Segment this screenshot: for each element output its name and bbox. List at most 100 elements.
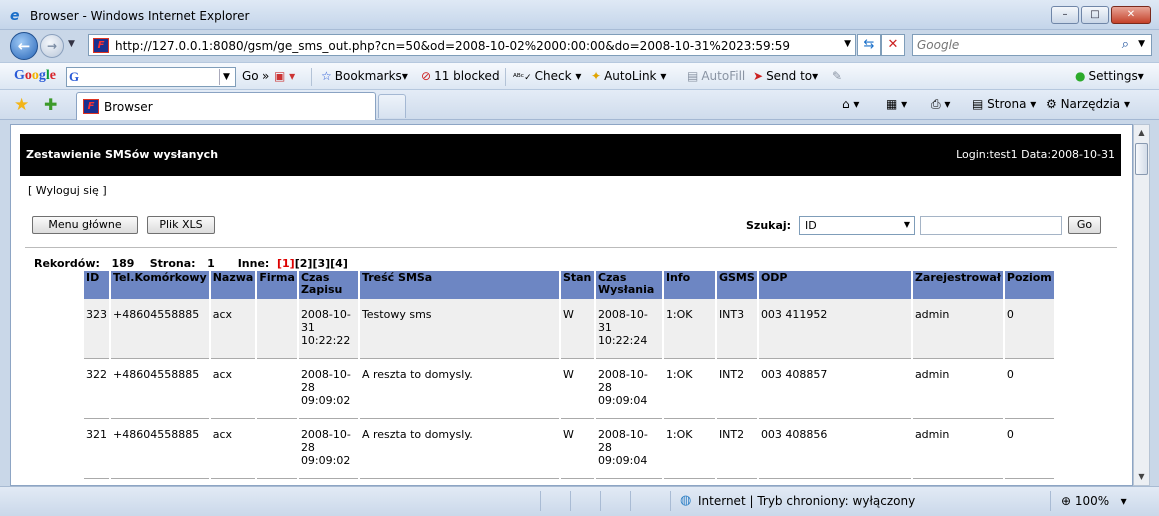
login-info: Login:test1 Data:2008-10-31 (956, 148, 1115, 161)
title-bar: e Browser - Windows Internet Explorer – … (0, 0, 1159, 30)
column-header: Firma (257, 271, 297, 299)
page-viewport: Zestawienie SMSów wysłanych Login:test1 … (10, 124, 1133, 486)
add-favorite-icon[interactable]: ✚ (44, 95, 57, 114)
search-field-value: ID (805, 219, 817, 232)
tools-menu-button[interactable]: ⚙ Narzędzia ▾ (1046, 97, 1130, 111)
window-controls: – □ ✕ (1051, 6, 1151, 24)
column-header: ID (84, 271, 109, 299)
search-label: Szukaj: (746, 219, 792, 232)
settings-dot-icon: ● (1075, 69, 1086, 83)
search-field-select[interactable]: ID ▼ (799, 216, 915, 235)
google-g-icon: G (69, 69, 80, 84)
site-favicon-icon: F (93, 38, 109, 53)
address-row: ← → ▼ F http://127.0.0.1:8080/gsm/ge_sms… (0, 30, 1159, 62)
record-stats: Rekordów: 189 Strona: 1 Inne: [1][2][3][… (34, 257, 348, 270)
table-row[interactable]: 322 +48604558885 acx 2008-10- 28 09:09:02 … (84, 359, 1054, 419)
google-search-input[interactable]: G ▼ (66, 67, 236, 87)
window-title: Browser - Windows Internet Explorer (30, 9, 250, 23)
close-button[interactable]: ✕ (1111, 6, 1151, 24)
google-search-dropdown-icon[interactable]: ▼ (219, 69, 233, 85)
divider (25, 247, 1117, 248)
search-dropdown-icon[interactable]: ▼ (1138, 39, 1145, 49)
globe-icon: ◍ (680, 493, 692, 508)
logout-link[interactable]: [ Wyloguj się ] (28, 184, 107, 197)
search-go-button[interactable]: Go (1068, 216, 1101, 234)
column-header: GSMS (716, 271, 757, 299)
back-button[interactable]: ← (10, 32, 38, 60)
column-header: Zarejestrował (912, 271, 1003, 299)
autofill-icon: ▤ (687, 69, 699, 83)
page-link-4[interactable]: [4] (330, 257, 348, 270)
search-box[interactable]: ⌕ ▼ (912, 34, 1152, 56)
address-dropdown-icon[interactable]: ▼ (844, 39, 851, 49)
page-header: Zestawienie SMSów wysłanych Login:test1 … (20, 134, 1121, 176)
column-header: Tel.Komórkowy (111, 271, 209, 299)
feeds-button[interactable]: ▦ ▾ (886, 97, 907, 111)
page-link-2[interactable]: [2] (295, 257, 313, 270)
send-to-button[interactable]: ➤ Send to▾ (753, 69, 818, 83)
column-header: ODP (758, 271, 911, 299)
maximize-button[interactable]: □ (1081, 6, 1109, 24)
tab-favicon-icon: F (83, 99, 99, 114)
scroll-down-icon[interactable]: ▼ (1134, 469, 1149, 485)
bookmarks-button[interactable]: ☆ Bookmarks▾ (321, 69, 408, 83)
column-header: Info (663, 271, 715, 299)
column-header: Nazwa (210, 271, 256, 299)
new-tab-button[interactable] (378, 94, 406, 118)
minimize-button[interactable]: – (1051, 6, 1079, 24)
spellcheck-icon: ᴬᴮᶜ✓ (513, 73, 532, 83)
table-header-row: ID Tel.Komórkowy Nazwa Firma Czas Zapisu… (84, 271, 1054, 299)
stop-button[interactable]: ✕ (881, 34, 905, 56)
page-link-3[interactable]: [3] (312, 257, 330, 270)
star-outline-icon: ☆ (321, 69, 332, 83)
zoom-level[interactable]: ⊕ 100% ▾ (1061, 494, 1127, 508)
search-input[interactable] (917, 38, 1097, 52)
print-button[interactable]: ⎙ ▾ (931, 97, 950, 112)
security-zone-text: Internet | Tryb chroniony: wyłączony (698, 494, 916, 508)
search-icon[interactable]: ⌕ (1122, 37, 1129, 52)
chevron-down-icon: ▼ (903, 220, 910, 229)
column-header: Poziom (1004, 271, 1054, 299)
popup-blocked-button[interactable]: ⊘ 11 blocked (421, 69, 500, 83)
xls-file-button[interactable]: Plik XLS (147, 216, 215, 234)
tab-row: ★ ✚ F Browser ⌂ ▾ ▦ ▾ ⎙ ▾ ▤ Strona ▾ ⚙ N… (0, 90, 1159, 120)
favorites-star-icon[interactable]: ★ (14, 95, 29, 115)
spellcheck-button[interactable]: ᴬᴮᶜ✓ Check ▾ (513, 69, 581, 83)
scroll-up-icon[interactable]: ▲ (1134, 125, 1149, 141)
arrow-right-icon: » (262, 69, 270, 83)
refresh-button[interactable]: ⇆ (857, 34, 881, 56)
home-button[interactable]: ⌂ ▾ (842, 97, 859, 111)
page-link-1[interactable]: [1] (277, 257, 295, 270)
send-to-icon: ➤ (753, 69, 764, 83)
google-logo: Google (14, 68, 56, 83)
vertical-scrollbar[interactable]: ▲ ▼ (1133, 124, 1150, 486)
tab-label: Browser (104, 100, 153, 114)
history-dropdown-icon[interactable]: ▼ (68, 39, 75, 49)
column-header: Stan (560, 271, 594, 299)
google-go-button[interactable]: Go (242, 69, 259, 83)
column-header: Czas Zapisu (298, 271, 358, 299)
column-header: Czas Wysłania (595, 271, 662, 299)
page-menu-button[interactable]: ▤ Strona ▾ (972, 97, 1036, 111)
table-row[interactable]: 323 +48604558885 acx 2008-10- 31 10:22:22 … (84, 299, 1054, 359)
pencil-icon[interactable]: ✎ (832, 69, 842, 83)
page-title: Zestawienie SMSów wysłanych (26, 148, 219, 161)
column-header: Treść SMSa (359, 271, 559, 299)
autofill-button[interactable]: ▤ AutoFill (687, 69, 745, 83)
popup-blocker-icon: ⊘ (421, 69, 432, 83)
settings-button[interactable]: ● Settings▾ (1075, 69, 1144, 83)
scroll-thumb[interactable] (1135, 143, 1148, 175)
main-menu-button[interactable]: Menu główne (32, 216, 138, 234)
tab-browser[interactable]: F Browser (76, 92, 376, 120)
url-text[interactable]: http://127.0.0.1:8080/gsm/ge_sms_out.php… (115, 39, 790, 53)
table-row[interactable]: 321 +48604558885 acx 2008-10- 28 09:09:02 … (84, 419, 1054, 479)
sms-table: ID Tel.Komórkowy Nazwa Firma Czas Zapisu… (82, 271, 1056, 479)
address-bar[interactable]: F http://127.0.0.1:8080/gsm/ge_sms_out.p… (88, 34, 856, 56)
google-services-icon[interactable]: ▣ ▾ (274, 69, 295, 83)
ie-logo-icon: e (10, 8, 20, 24)
autolink-button[interactable]: ✦ AutoLink ▾ (591, 69, 666, 83)
forward-button[interactable]: → (40, 34, 64, 58)
status-bar: ◍ Internet | Tryb chroniony: wyłączony ⊕… (0, 486, 1159, 516)
search-text-input[interactable] (920, 216, 1062, 235)
autolink-icon: ✦ (591, 69, 602, 83)
